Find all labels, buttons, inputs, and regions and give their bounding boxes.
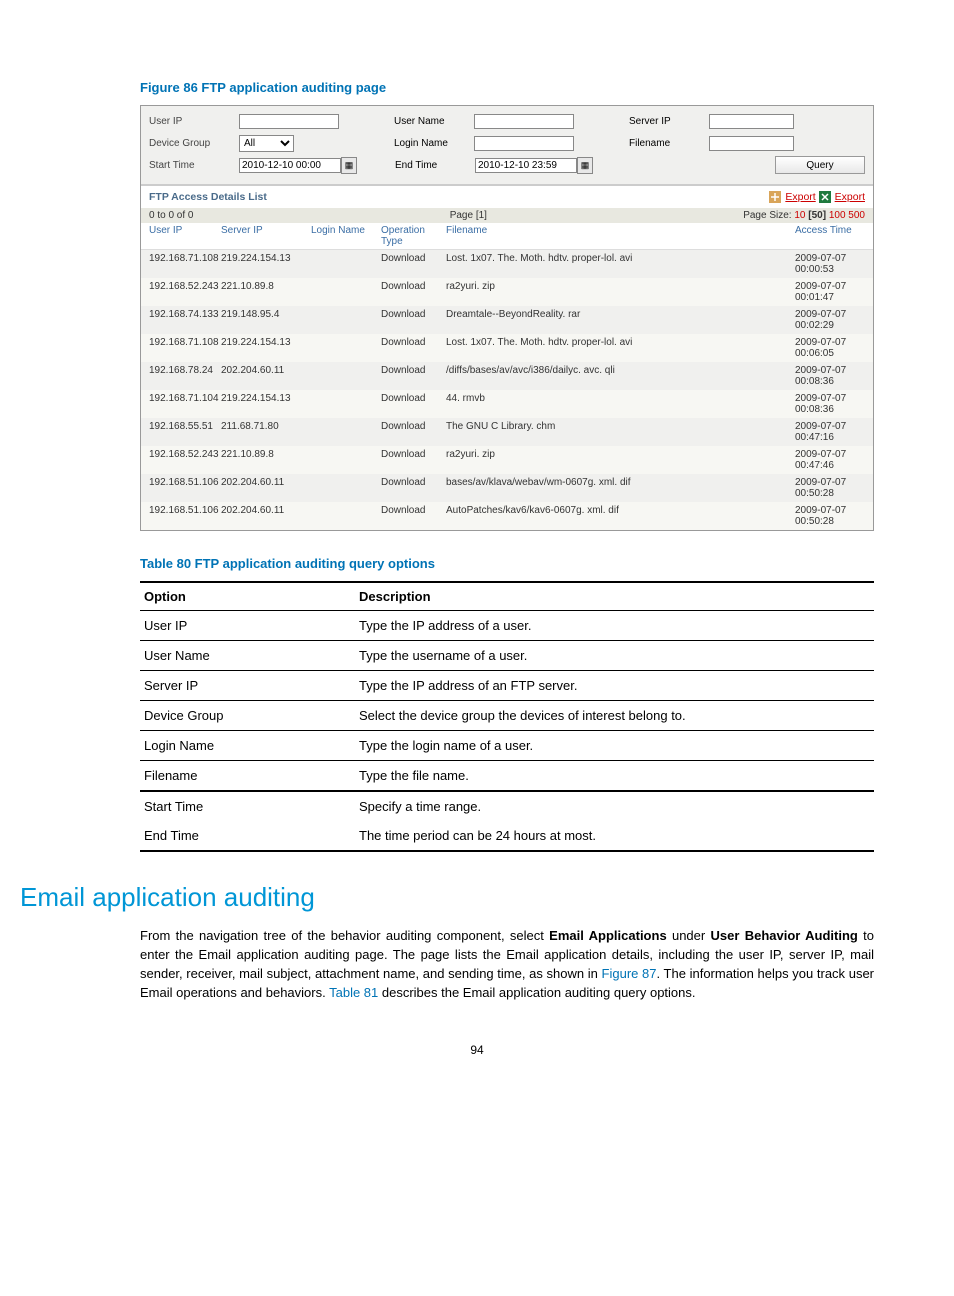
hdr-login[interactable]: Login Name (311, 225, 381, 247)
pagesize-10[interactable]: 10 (794, 210, 805, 221)
server-ip-label: Server IP (629, 116, 709, 127)
filename-label: Filename (629, 138, 709, 149)
hdr-option: Option (140, 582, 355, 611)
filename-input[interactable] (709, 136, 794, 151)
table80-title: Table 80 FTP application auditing query … (140, 556, 874, 571)
table-row: User IPType the IP address of a user. (140, 611, 874, 641)
email-heading: Email application auditing (20, 882, 874, 913)
page-number: 94 (80, 1043, 874, 1057)
device-group-select[interactable]: All (239, 135, 294, 152)
user-ip-label: User IP (149, 116, 239, 127)
pagesize-500[interactable]: 500 (848, 210, 865, 221)
list-range: 0 to 0 of 0 (149, 210, 193, 221)
options-table: Option Description User IPType the IP ad… (140, 581, 874, 852)
user-ip-input[interactable] (239, 114, 339, 129)
table-row: 192.168.52.243221.10.89.8Downloadra2yuri… (141, 278, 873, 306)
calendar-icon[interactable]: ▦ (341, 157, 357, 174)
list-header: User IP Server IP Login Name Operation T… (141, 223, 873, 250)
figure-87-link[interactable]: Figure 87 (602, 966, 657, 981)
desc-start-time: Specify a time range. (355, 791, 874, 821)
hdr-userip[interactable]: User IP (149, 225, 221, 247)
device-group-label: Device Group (149, 138, 239, 149)
table-row: 192.168.55.51211.68.71.80DownloadThe GNU… (141, 418, 873, 446)
list-title: FTP Access Details List (149, 191, 267, 203)
hdr-file[interactable]: Filename (446, 225, 795, 247)
table-row: 192.168.52.243221.10.89.8Downloadra2yuri… (141, 446, 873, 474)
page-size: Page Size: 10 [50] 100 500 (743, 210, 865, 221)
ftp-auditing-screenshot: User IP User Name Server IP Device Group… (140, 105, 874, 531)
export-link-2[interactable]: Export (835, 191, 865, 203)
filter-panel: User IP User Name Server IP Device Group… (141, 106, 873, 185)
figure-title: Figure 86 FTP application auditing page (140, 80, 874, 95)
calendar-icon[interactable]: ▦ (577, 157, 593, 174)
table-row: 192.168.78.24202.204.60.11Download/diffs… (141, 362, 873, 390)
hdr-serverip[interactable]: Server IP (221, 225, 311, 247)
end-time-label: End Time (395, 160, 475, 171)
list-page: Page [1] (450, 210, 487, 221)
user-name-input[interactable] (474, 114, 574, 129)
desc-end-time: The time period can be 24 hours at most. (355, 821, 874, 851)
export-csv-icon[interactable] (769, 191, 781, 203)
table-row: Device GroupSelect the device group the … (140, 701, 874, 731)
table-row: 192.168.74.133219.148.95.4DownloadDreamt… (141, 306, 873, 334)
opt-end-time: End Time (140, 821, 355, 851)
pagesize-100[interactable]: 100 (829, 210, 846, 221)
table-row: Server IPType the IP address of an FTP s… (140, 671, 874, 701)
table-row: Login NameType the login name of a user. (140, 731, 874, 761)
login-name-label: Login Name (394, 138, 474, 149)
opt-start-time: Start Time (140, 791, 355, 821)
table-row: 192.168.71.108219.224.154.13DownloadLost… (141, 334, 873, 362)
table-row: FilenameType the file name. (140, 761, 874, 792)
export-xls-icon[interactable] (819, 191, 831, 203)
hdr-desc: Description (355, 582, 874, 611)
end-time-input[interactable] (475, 158, 577, 173)
user-name-label: User Name (394, 116, 474, 127)
table-81-link[interactable]: Table 81 (329, 985, 378, 1000)
start-time-input[interactable] (239, 158, 341, 173)
table-row: 192.168.71.108219.224.154.13DownloadLost… (141, 250, 873, 278)
server-ip-input[interactable] (709, 114, 794, 129)
export-link-1[interactable]: Export (785, 191, 815, 203)
query-button[interactable]: Query (775, 156, 865, 174)
pagesize-50[interactable]: [50] (808, 210, 826, 221)
table-row: 192.168.51.106202.204.60.11Downloadbases… (141, 474, 873, 502)
email-paragraph: From the navigation tree of the behavior… (140, 927, 874, 1002)
table-row: User NameType the username of a user. (140, 641, 874, 671)
export-area: Export Export (769, 191, 865, 203)
table-row: 192.168.71.104219.224.154.13Download44. … (141, 390, 873, 418)
table-row: 192.168.51.106202.204.60.11DownloadAutoP… (141, 502, 873, 530)
start-time-label: Start Time (149, 160, 239, 171)
login-name-input[interactable] (474, 136, 574, 151)
hdr-time[interactable]: Access Time (795, 225, 865, 247)
hdr-op[interactable]: Operation Type (381, 225, 446, 247)
